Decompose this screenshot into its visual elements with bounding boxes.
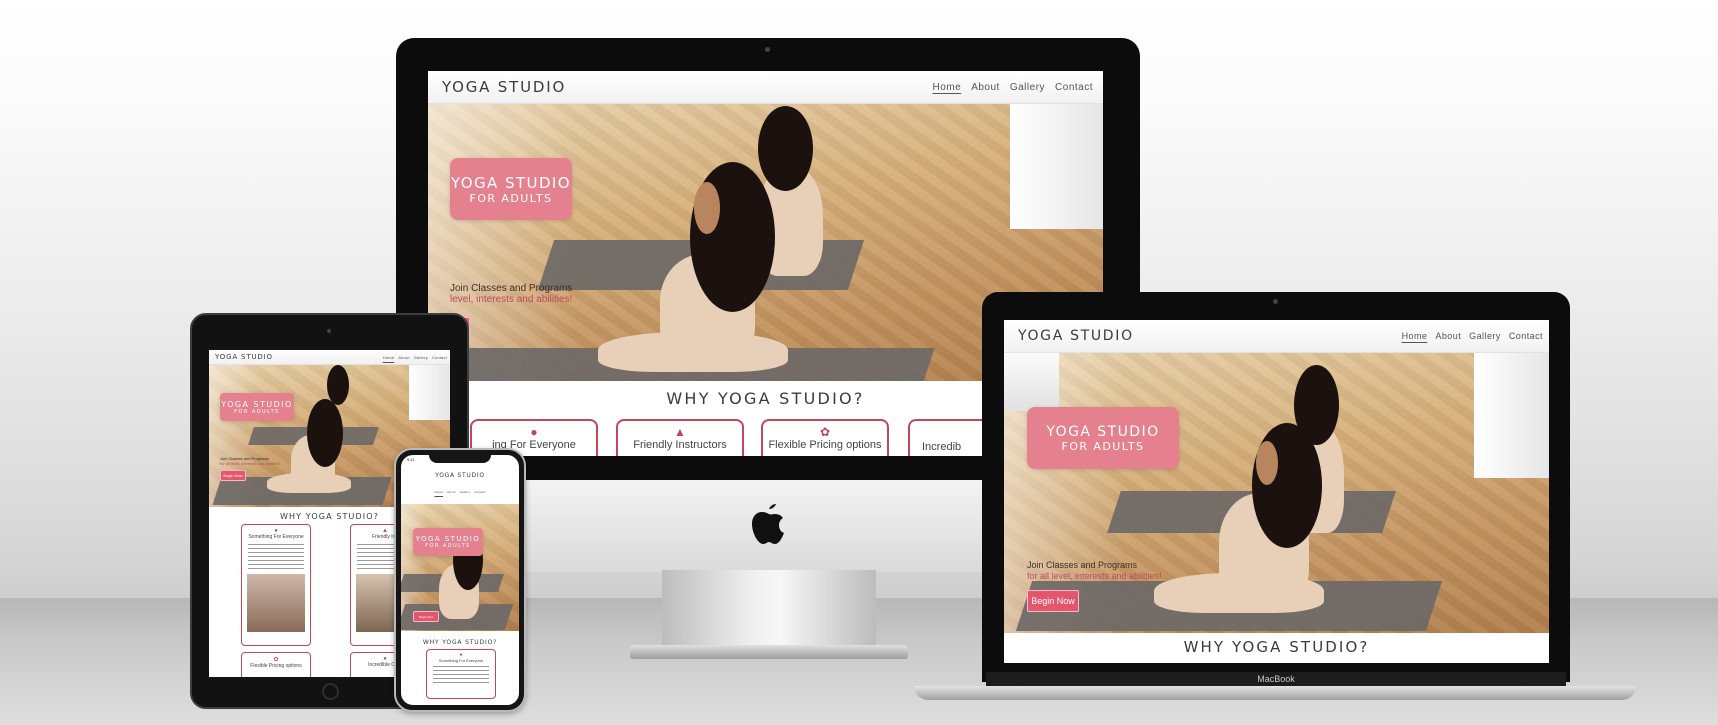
nav-about[interactable]: About (447, 490, 456, 494)
imac-foot (630, 645, 908, 659)
macbook-screen: YOGA STUDIO Home About Gallery Contact Y… (1004, 320, 1549, 663)
feature-card: ✿ Flexible Pricing options (761, 419, 889, 456)
hero-subtitle: FOR ADULTS (1061, 439, 1145, 453)
nav-about[interactable]: About (1435, 331, 1461, 341)
nav-home[interactable]: Home (1402, 331, 1428, 341)
hero-tagline: Join Classes and Programs for all level,… (1027, 560, 1162, 582)
person-legs (267, 473, 351, 493)
person-face (694, 182, 720, 234)
hero-tagline: Join Classes and Programs for all level,… (220, 456, 280, 466)
why-title: WHY YOGA STUDIO? (1183, 638, 1370, 656)
nav-about[interactable]: About (398, 355, 409, 360)
imac-stand (662, 570, 876, 646)
site-logo[interactable]: YOGA STUDIO (401, 472, 519, 479)
site-nav: YOGA STUDIO Home About Gallery Contact (209, 350, 450, 365)
leaf-icon: ✿ (819, 425, 831, 439)
hero-title: YOGA STUDIO (221, 399, 293, 409)
feature-card: ● Something For Everyone (426, 649, 496, 699)
site-nav: YOGA STUDIO Home About Gallery Contact (1004, 320, 1549, 353)
site-nav: YOGA STUDIO Home About Gallery Contact (428, 71, 1103, 104)
person-face (1256, 441, 1278, 485)
nav-gallery[interactable]: Gallery (460, 490, 471, 494)
feature-description (433, 666, 489, 684)
site-links: Home About Gallery Contact (933, 82, 1093, 93)
nav-gallery[interactable]: Gallery (1010, 82, 1045, 93)
person-legs (598, 332, 788, 372)
hero-pillar (1474, 353, 1549, 478)
macbook-label: MacBook (1257, 674, 1295, 684)
leaf-icon: ✿ (273, 657, 279, 663)
site-logo[interactable]: YOGA STUDIO (215, 353, 273, 361)
hero-badge: YOGA STUDIO FOR ADULTS (1027, 407, 1179, 469)
hero-tagline: Join Classes and Programs level, interes… (428, 283, 572, 305)
tagline: Join Classes and Programs (1027, 560, 1138, 570)
begin-now-button[interactable]: Begin Now (1027, 590, 1079, 612)
ipad-camera (327, 329, 331, 333)
feature-label: Incredib (922, 441, 962, 453)
hero-section: YOGA STUDIO FOR ADULTS Begin Now (401, 504, 519, 631)
feature-photo (247, 574, 305, 632)
feature-label: Flexible Pricing options (250, 663, 302, 669)
hero-window (1004, 353, 1059, 411)
site-logo[interactable]: YOGA STUDIO (1018, 328, 1134, 344)
site-logo[interactable]: YOGA STUDIO (442, 78, 566, 96)
hero-pillar (1010, 104, 1103, 229)
hero-subtitle: FOR ADULTS (425, 543, 471, 549)
status-time: 9:41 (407, 457, 415, 462)
hero-title: YOGA STUDIO (1046, 423, 1160, 440)
person-back-hair (327, 365, 349, 405)
nav-home[interactable]: Home (383, 355, 394, 360)
hero-badge: YOGA STUDIO FOR ADULTS (413, 528, 483, 556)
nav-home[interactable]: Home (933, 82, 962, 93)
feature-label: Something For Everyone (248, 534, 304, 540)
macbook-camera (1273, 299, 1278, 304)
site-links: Home About Gallery Contact (1402, 331, 1543, 341)
feature-label: Something For Everyone (438, 658, 484, 663)
hero-pillar (409, 365, 450, 420)
hero-title: YOGA STUDIO (450, 173, 572, 192)
macbook-base (914, 686, 1636, 700)
ipad-home-button (322, 683, 339, 700)
feature-label: Friendly Instructors (633, 439, 727, 451)
hero-subtitle: FOR ADULTS (469, 191, 553, 205)
tagline-sub: for all level, interests and abilities! (1027, 571, 1162, 581)
person-back-hair (758, 106, 813, 191)
site-links: Home About Gallery Contact (401, 490, 519, 494)
tagline-sub: level, interests and abilities! (450, 294, 573, 305)
nav-contact[interactable]: Contact (432, 355, 447, 360)
tagline: Join Classes and Programs (450, 283, 573, 294)
begin-now-button[interactable]: Begin Now (413, 611, 439, 622)
nav-gallery[interactable]: Gallery (414, 355, 428, 360)
person-front-hair (307, 399, 343, 467)
apple-logo-icon (752, 504, 784, 544)
person-legs (1154, 573, 1324, 613)
person-icon: ● (530, 425, 538, 439)
feature-description (248, 544, 304, 570)
thumbs-up-icon: ▲ (674, 425, 686, 439)
feature-label: Flexible Pricing options (768, 439, 882, 451)
phone-notch (429, 453, 491, 463)
feature-card: ✿ Flexible Pricing options (241, 652, 311, 677)
nav-contact[interactable]: Contact (1055, 82, 1093, 93)
hero-badge: YOGA STUDIO FOR ADULTS (450, 158, 572, 220)
phone-screen: 9:41 YOGA STUDIO Home About Gallery Cont… (401, 455, 519, 705)
feature-card: ▲ Friendly Instructors (616, 419, 744, 456)
nav-home[interactable]: Home (434, 490, 443, 494)
nav-contact[interactable]: Contact (1509, 331, 1543, 341)
nav-about[interactable]: About (971, 82, 1000, 93)
site-links: Home About Gallery Contact (383, 355, 447, 360)
nav-contact[interactable]: Contact (474, 490, 485, 494)
hero-title: YOGA STUDIO (415, 535, 481, 543)
feature-card: ● Something For Everyone (241, 524, 311, 646)
hero-badge: YOGA STUDIO FOR ADULTS (220, 393, 294, 421)
tagline-sub: for all level, interests and abilities! (220, 461, 280, 466)
begin-now-button[interactable]: Begin Now (220, 470, 246, 481)
nav-gallery[interactable]: Gallery (1469, 331, 1501, 341)
hero-section: YOGA STUDIO FOR ADULTS Join Classes and … (1004, 353, 1549, 633)
why-title: WHY YOGA STUDIO? (422, 639, 498, 646)
hero-subtitle: FOR ADULTS (234, 408, 280, 415)
imac-camera (765, 47, 770, 52)
